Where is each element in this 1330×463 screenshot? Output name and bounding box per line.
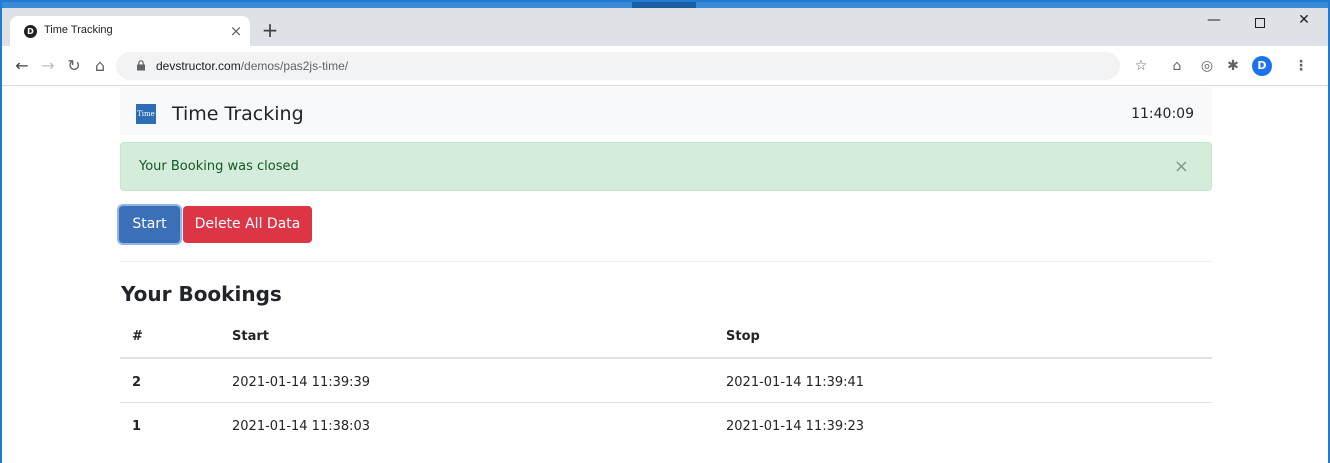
url-text: devstructor.com/demos/pas2js-time/ [156,59,348,73]
forward-icon[interactable]: → [38,56,58,76]
close-tab-icon[interactable]: × [228,22,244,40]
table-row: 2 2021-01-14 11:39:39 2021-01-14 11:39:4… [120,359,1212,403]
new-tab-button[interactable]: + [260,18,280,42]
extension-icon[interactable]: ⌂ [1168,57,1186,75]
close-alert-icon[interactable]: × [1174,156,1189,177]
maximize-icon [1255,18,1265,28]
lock-icon [137,60,145,71]
browser-toolbar: ← → ↻ ⌂ devstructor.com/demos/pas2js-tim… [2,46,1328,86]
booking-start: 2021-01-14 11:39:39 [232,375,371,390]
column-header-number: # [132,329,143,344]
favicon-icon: D [24,25,37,38]
maximize-button[interactable] [1238,12,1282,36]
booking-stop: 2021-01-14 11:39:41 [726,375,865,390]
clock: 11:40:09 [1131,106,1194,122]
home-icon[interactable]: ⌂ [90,56,110,76]
close-window-button[interactable]: ✕ [1282,12,1326,36]
kebab-menu-icon[interactable]: ⋮ [1292,57,1310,75]
delete-all-data-button[interactable]: Delete All Data [183,206,312,243]
bookmark-star-icon[interactable]: ☆ [1132,57,1150,75]
browser-window: D Time Tracking × + — ✕ ← → ↻ ⌂ devstruc… [0,0,1330,463]
column-header-start: Start [232,329,269,344]
table-row: 1 2021-01-14 11:38:03 2021-01-14 11:39:2… [120,403,1212,447]
alert-message: Your Booking was closed [139,159,299,174]
puzzle-icon[interactable]: ✱ [1224,57,1242,75]
booking-stop: 2021-01-14 11:39:23 [726,419,865,434]
back-icon[interactable]: ← [12,56,32,76]
success-alert: Your Booking was closed × [120,142,1212,191]
brand-title[interactable]: Time Tracking [172,103,304,125]
start-button[interactable]: Start [119,206,180,243]
address-bar[interactable]: devstructor.com/demos/pas2js-time/ [116,52,1120,80]
section-title: Your Bookings [121,282,282,306]
tab-time-tracking[interactable]: D Time Tracking × [10,16,250,46]
minimize-button[interactable]: — [1192,12,1236,36]
booking-number: 1 [132,419,142,434]
divider [120,261,1212,262]
app-navbar: Time Time Tracking 11:40:09 [120,87,1212,135]
extension-circle-icon[interactable]: ◎ [1198,57,1216,75]
tab-title: Time Tracking [44,24,113,36]
booking-number: 2 [132,375,142,390]
column-header-stop: Stop [726,329,760,344]
url-host: devstructor.com [156,59,241,73]
brand-logo[interactable]: Time [136,104,156,124]
booking-start: 2021-01-14 11:38:03 [232,419,371,434]
reload-icon[interactable]: ↻ [64,56,84,76]
profile-avatar[interactable]: D [1252,56,1272,76]
url-path: /demos/pas2js-time/ [240,59,349,73]
tab-strip: D Time Tracking × + — ✕ [2,2,1328,46]
page-content: Time Time Tracking 11:40:09 Your Booking… [2,87,1328,463]
